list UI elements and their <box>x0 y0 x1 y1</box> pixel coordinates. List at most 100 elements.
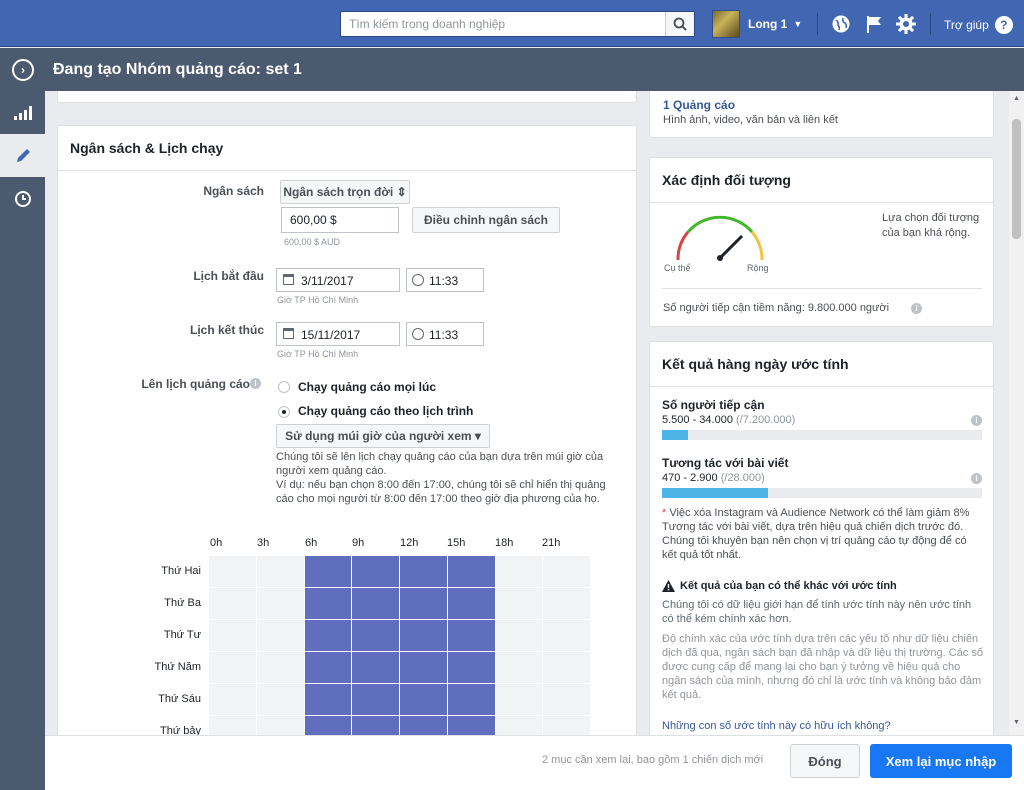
schedule-cell[interactable] <box>352 716 400 735</box>
scroll-down-icon[interactable]: ▼ <box>1013 719 1020 726</box>
flag-icon[interactable] <box>862 12 886 36</box>
schedule-cell[interactable] <box>495 588 544 619</box>
day-label: Thứ Năm <box>154 661 201 673</box>
schedule-cell[interactable] <box>304 652 353 683</box>
schedule-cell[interactable] <box>304 588 353 619</box>
scroll-up-icon[interactable]: ▲ <box>1013 95 1020 102</box>
ads-subtitle: Hình ảnh, video, văn bản và liên kết <box>663 114 838 126</box>
schedule-cell[interactable] <box>543 652 591 683</box>
end-date-input[interactable]: 15/11/2017 <box>276 322 400 346</box>
search-button[interactable] <box>665 12 694 36</box>
radio-run-always[interactable] <box>278 381 290 393</box>
schedule-cell[interactable] <box>256 716 305 735</box>
schedule-cell[interactable] <box>447 652 496 683</box>
schedule-cell[interactable] <box>447 620 496 651</box>
schedule-cell[interactable] <box>447 588 496 619</box>
schedule-cell[interactable] <box>495 620 544 651</box>
schedule-cell[interactable] <box>400 556 448 587</box>
search-icon <box>673 17 687 31</box>
chevron-right-icon[interactable]: › <box>12 59 34 81</box>
close-button[interactable]: Đóng <box>790 744 860 778</box>
globe-icon[interactable] <box>829 12 853 36</box>
start-date-input[interactable]: 3/11/2017 <box>276 268 400 292</box>
schedule-cell[interactable] <box>256 620 305 651</box>
useful-feedback-link[interactable]: Những con số ước tính này có hữu ích khô… <box>662 720 891 732</box>
schedule-cell[interactable] <box>304 716 353 735</box>
rail-item-history[interactable] <box>0 177 45 220</box>
timezone-select[interactable]: Sử dụng múi giờ của người xem ▾ <box>276 424 490 448</box>
schedule-cell[interactable] <box>209 556 257 587</box>
engagement-range: 470 - 2.900 (/28.000) <box>662 472 765 484</box>
editor-title-bar: › Đang tạo Nhóm quảng cáo: set 1 <box>0 48 1024 91</box>
divider <box>650 386 993 387</box>
hour-label: 0h <box>210 537 223 549</box>
schedule-cell[interactable] <box>495 652 544 683</box>
schedule-cell[interactable] <box>304 684 353 715</box>
review-entries-button[interactable]: Xem lại mục nhập <box>870 744 1012 778</box>
hour-label: 21h <box>542 537 561 549</box>
adjust-budget-button[interactable]: Điều chỉnh ngân sách <box>412 207 560 233</box>
info-icon[interactable]: i <box>911 303 922 314</box>
gear-icon[interactable] <box>894 12 918 36</box>
schedule-cell[interactable] <box>400 684 448 715</box>
schedule-row <box>209 684 591 715</box>
start-time-input[interactable]: 11:33 <box>406 268 484 292</box>
schedule-cell[interactable] <box>400 620 448 651</box>
schedule-cell[interactable] <box>447 684 496 715</box>
schedule-cell[interactable] <box>543 684 591 715</box>
user-menu[interactable]: Long 1 ▼ <box>712 10 802 38</box>
schedule-cell[interactable] <box>495 556 544 587</box>
schedule-cell[interactable] <box>543 556 591 587</box>
schedule-cell[interactable] <box>256 588 305 619</box>
schedule-cell[interactable] <box>209 684 257 715</box>
info-icon[interactable]: i <box>971 415 982 426</box>
top-navigation-bar: Long 1 ▼ Trợ giúp ? <box>0 0 1024 47</box>
schedule-cell[interactable] <box>543 620 591 651</box>
schedule-cell[interactable] <box>352 620 400 651</box>
radio-run-on-schedule[interactable] <box>278 406 290 418</box>
schedule-cell[interactable] <box>447 716 496 735</box>
help-button[interactable]: Trợ giúp ? <box>944 16 1013 34</box>
engagement-bar-fill <box>662 488 768 498</box>
scrollbar[interactable]: ▲ ▼ <box>1009 91 1024 735</box>
schedule-cell[interactable] <box>352 588 400 619</box>
run-always-label[interactable]: Chạy quảng cáo mọi lúc <box>298 380 436 394</box>
schedule-cell[interactable] <box>209 716 257 735</box>
warning-title: Kết quả của bạn có thể khác với ước tính <box>662 580 897 592</box>
ads-link[interactable]: 1 Quảng cáo <box>663 98 735 112</box>
search-input[interactable] <box>341 12 666 36</box>
warning-description: Chúng tôi có dữ liệu giới hạn để tính ướ… <box>662 599 972 625</box>
schedule-cell[interactable] <box>495 716 544 735</box>
schedule-cell[interactable] <box>209 588 257 619</box>
schedule-cell[interactable] <box>209 652 257 683</box>
schedule-cell[interactable] <box>209 620 257 651</box>
schedule-cell[interactable] <box>543 716 591 735</box>
budget-amount-input[interactable]: 600,00 $ <box>281 207 399 233</box>
scrollbar-thumb[interactable] <box>1012 119 1021 239</box>
budget-type-select[interactable]: Ngân sách trọn đời ⇕ <box>280 180 410 204</box>
schedule-cell[interactable] <box>256 684 305 715</box>
start-timezone-hint: Giờ TP Hồ Chí Minh <box>277 295 359 305</box>
schedule-cell[interactable] <box>352 684 400 715</box>
schedule-cell[interactable] <box>304 620 353 651</box>
end-date-label: Lịch kết thúc <box>189 323 264 337</box>
schedule-cell[interactable] <box>256 556 305 587</box>
rail-item-reports[interactable] <box>0 91 45 134</box>
rail-item-edit[interactable] <box>0 134 45 177</box>
end-time-input[interactable]: 11:33 <box>406 322 484 346</box>
schedule-cell[interactable] <box>400 716 448 735</box>
schedule-cell[interactable] <box>543 588 591 619</box>
schedule-cell[interactable] <box>400 652 448 683</box>
schedule-row <box>209 556 591 587</box>
info-icon[interactable]: i <box>250 378 261 389</box>
schedule-cell[interactable] <box>352 652 400 683</box>
schedule-cell[interactable] <box>352 556 400 587</box>
schedule-cell[interactable] <box>400 588 448 619</box>
schedule-cell[interactable] <box>447 556 496 587</box>
schedule-cell[interactable] <box>256 652 305 683</box>
reach-total: (/7.200.000) <box>736 414 796 426</box>
schedule-cell[interactable] <box>304 556 353 587</box>
schedule-cell[interactable] <box>495 684 544 715</box>
info-icon[interactable]: i <box>971 473 982 484</box>
run-on-schedule-label[interactable]: Chạy quảng cáo theo lịch trình <box>298 404 473 418</box>
